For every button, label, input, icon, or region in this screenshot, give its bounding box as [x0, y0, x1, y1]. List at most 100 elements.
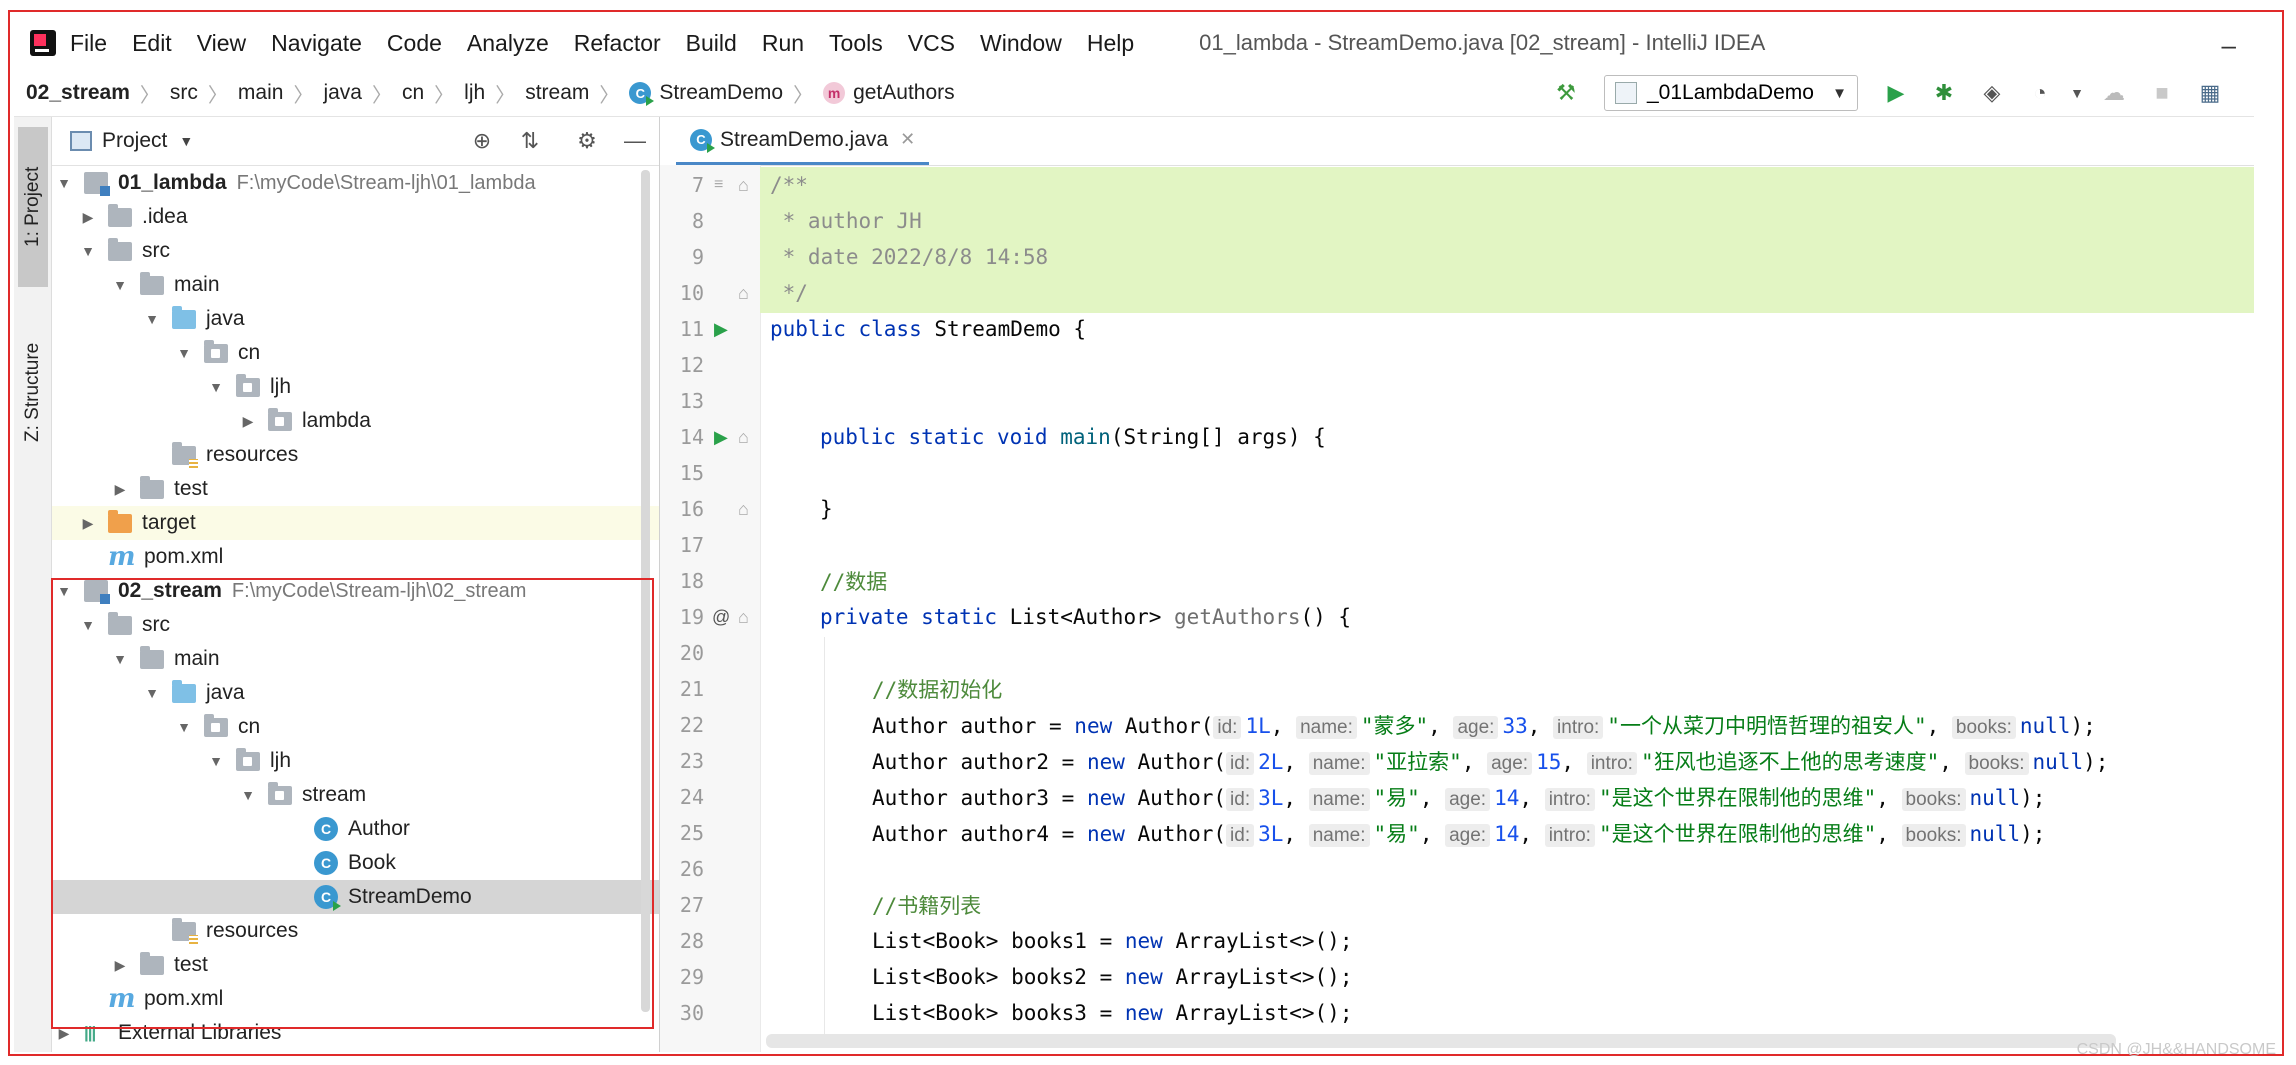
- debug-bug-icon[interactable]: ✱: [1929, 78, 1959, 108]
- code-line-15[interactable]: 15: [660, 455, 2254, 491]
- tree-folder-resources[interactable]: ▶ resources: [52, 438, 659, 472]
- menu-navigate[interactable]: Navigate: [271, 30, 362, 57]
- tree-package-cn[interactable]: ▼ cn: [52, 710, 659, 744]
- code-line-19[interactable]: 19 @ ⌂ private static List<Author> getAu…: [660, 599, 2254, 635]
- menu-build[interactable]: Build: [686, 30, 737, 57]
- breadcrumb-main[interactable]: main: [238, 81, 284, 105]
- tree-external-libraries[interactable]: ▶ ||| External Libraries: [52, 1016, 659, 1050]
- breadcrumb-method[interactable]: getAuthors: [853, 81, 955, 105]
- tree-package-cn[interactable]: ▼ cn: [52, 336, 659, 370]
- code-line-22[interactable]: 22 Author author = new Author(id: 1L, nam…: [660, 707, 2254, 743]
- expanded-arrow-icon[interactable]: ▼: [144, 685, 160, 701]
- tree-file-pom[interactable]: ▶ m pom.xml: [52, 982, 659, 1016]
- fold-icon[interactable]: ⌂: [738, 175, 749, 196]
- collapsed-arrow-icon[interactable]: ▶: [80, 515, 96, 532]
- menu-help[interactable]: Help: [1087, 30, 1134, 57]
- menu-vcs[interactable]: VCS: [908, 30, 955, 57]
- annotation-at-icon[interactable]: @: [712, 607, 730, 628]
- collapsed-arrow-icon[interactable]: ▶: [56, 1025, 72, 1042]
- run-with-coverage-icon[interactable]: ◈: [1977, 78, 2007, 108]
- tree-package-ljh[interactable]: ▼ ljh: [52, 370, 659, 404]
- expanded-arrow-icon[interactable]: ▼: [176, 719, 192, 735]
- code-line-17[interactable]: 17: [660, 527, 2254, 563]
- attach-debugger-icon[interactable]: ☁: [2099, 78, 2129, 108]
- tab-streamdemo-java[interactable]: C StreamDemo.java ✕: [676, 117, 930, 165]
- code-line-14[interactable]: 14 ▶ ⌂ public static void main(String[] …: [660, 419, 2254, 455]
- fold-icon[interactable]: ⌂: [738, 283, 749, 304]
- breadcrumb-stream[interactable]: stream: [525, 81, 589, 105]
- expanded-arrow-icon[interactable]: ▼: [56, 175, 72, 191]
- tree-folder-main[interactable]: ▼ main: [52, 642, 659, 676]
- expanded-arrow-icon[interactable]: ▼: [144, 311, 160, 327]
- code-line-11[interactable]: 11 ▶ public class StreamDemo {: [660, 311, 2254, 347]
- menu-run[interactable]: Run: [762, 30, 804, 57]
- collapsed-arrow-icon[interactable]: ▶: [112, 957, 128, 974]
- gear-icon[interactable]: ⚙: [572, 126, 602, 156]
- code-line-18[interactable]: 18 //数据: [660, 563, 2254, 599]
- doc-render-icon[interactable]: ≡: [714, 176, 723, 194]
- code-line-30[interactable]: 30 List<Book> books3 = new ArrayList<>()…: [660, 995, 2254, 1031]
- breadcrumb-src[interactable]: src: [170, 81, 198, 105]
- code-line-29[interactable]: 29 List<Book> books2 = new ArrayList<>()…: [660, 959, 2254, 995]
- expanded-arrow-icon[interactable]: ▼: [80, 617, 96, 633]
- tree-file-pom[interactable]: ▶ m pom.xml: [52, 540, 659, 574]
- code-line-8[interactable]: 8 * author JH: [660, 203, 2254, 239]
- code-line-10[interactable]: 10 ⌂ */: [660, 275, 2254, 311]
- menu-refactor[interactable]: Refactor: [574, 30, 661, 57]
- expanded-arrow-icon[interactable]: ▼: [208, 379, 224, 395]
- stop-icon[interactable]: ■: [2147, 78, 2177, 108]
- tree-folder-java[interactable]: ▼ java: [52, 676, 659, 710]
- locate-crosshair-icon[interactable]: ⊕: [467, 126, 497, 156]
- run-configuration-select[interactable]: _01LambdaDemo ▼: [1604, 75, 1858, 111]
- profiler-dropdown-chevron-icon[interactable]: ▼: [2070, 78, 2084, 108]
- run-gutter-icon[interactable]: ▶: [714, 427, 728, 448]
- code-line-7[interactable]: 7 ≡ ⌂ /**: [660, 167, 2254, 203]
- tree-package-stream[interactable]: ▼ stream: [52, 778, 659, 812]
- run-icon[interactable]: ▶: [1881, 78, 1911, 108]
- profiler-icon[interactable]: ◔: [2025, 78, 2055, 108]
- fold-icon[interactable]: ⌂: [738, 499, 749, 520]
- expanded-arrow-icon[interactable]: ▼: [112, 277, 128, 293]
- code-line-21[interactable]: 21 //数据初始化: [660, 671, 2254, 707]
- chevron-down-icon[interactable]: ▼: [179, 133, 193, 149]
- code-line-28[interactable]: 28 List<Book> books1 = new ArrayList<>()…: [660, 923, 2254, 959]
- menu-file[interactable]: File: [70, 30, 107, 57]
- code-line-23[interactable]: 23 Author author2 = new Author(id: 2L, na…: [660, 743, 2254, 779]
- project-scrollbar[interactable]: [641, 170, 650, 1012]
- code-line-13[interactable]: 13: [660, 383, 2254, 419]
- fold-icon[interactable]: ⌂: [738, 607, 749, 628]
- code-line-27[interactable]: 27 //书籍列表: [660, 887, 2254, 923]
- project-tool-tab[interactable]: 1: Project: [18, 127, 48, 287]
- tree-class-streamdemo[interactable]: C StreamDemo: [52, 880, 659, 914]
- breadcrumb-ljh[interactable]: ljh: [464, 81, 485, 105]
- collapsed-arrow-icon[interactable]: ▶: [80, 209, 96, 226]
- tree-folder-target[interactable]: ▶ target: [52, 506, 659, 540]
- breadcrumb-module[interactable]: 02_stream: [26, 81, 130, 105]
- menu-view[interactable]: View: [197, 30, 246, 57]
- code-line-25[interactable]: 25 Author author4 = new Author(id: 3L, na…: [660, 815, 2254, 851]
- fold-icon[interactable]: ⌂: [738, 427, 749, 448]
- tree-folder-idea[interactable]: ▶ .idea: [52, 200, 659, 234]
- structure-tool-tab[interactable]: Z: Structure: [18, 307, 48, 477]
- menu-window[interactable]: Window: [980, 30, 1062, 57]
- breadcrumb-java[interactable]: java: [323, 81, 362, 105]
- tree-folder-java[interactable]: ▼ java: [52, 302, 659, 336]
- menu-tools[interactable]: Tools: [829, 30, 883, 57]
- tree-folder-src[interactable]: ▼ src: [52, 608, 659, 642]
- tree-module-01-lambda[interactable]: ▼ 01_lambda F:\myCode\Stream-ljh\01_lamb…: [52, 166, 659, 200]
- expanded-arrow-icon[interactable]: ▼: [240, 787, 256, 803]
- code-line-12[interactable]: 12: [660, 347, 2254, 383]
- menu-edit[interactable]: Edit: [132, 30, 172, 57]
- collapsed-arrow-icon[interactable]: ▶: [240, 413, 256, 430]
- collapse-all-icon[interactable]: ⇅: [515, 126, 545, 156]
- project-structure-icon[interactable]: ▦: [2195, 78, 2225, 108]
- tree-folder-test[interactable]: ▶ test: [52, 472, 659, 506]
- tree-folder-resources[interactable]: ▶ resources: [52, 914, 659, 948]
- minimize-button[interactable]: –: [2222, 30, 2236, 61]
- breadcrumb-class[interactable]: StreamDemo: [659, 81, 783, 105]
- tree-class-author[interactable]: C Author: [52, 812, 659, 846]
- close-icon[interactable]: ✕: [900, 129, 915, 150]
- expanded-arrow-icon[interactable]: ▼: [208, 753, 224, 769]
- expanded-arrow-icon[interactable]: ▼: [112, 651, 128, 667]
- project-panel-title[interactable]: Project: [102, 129, 167, 153]
